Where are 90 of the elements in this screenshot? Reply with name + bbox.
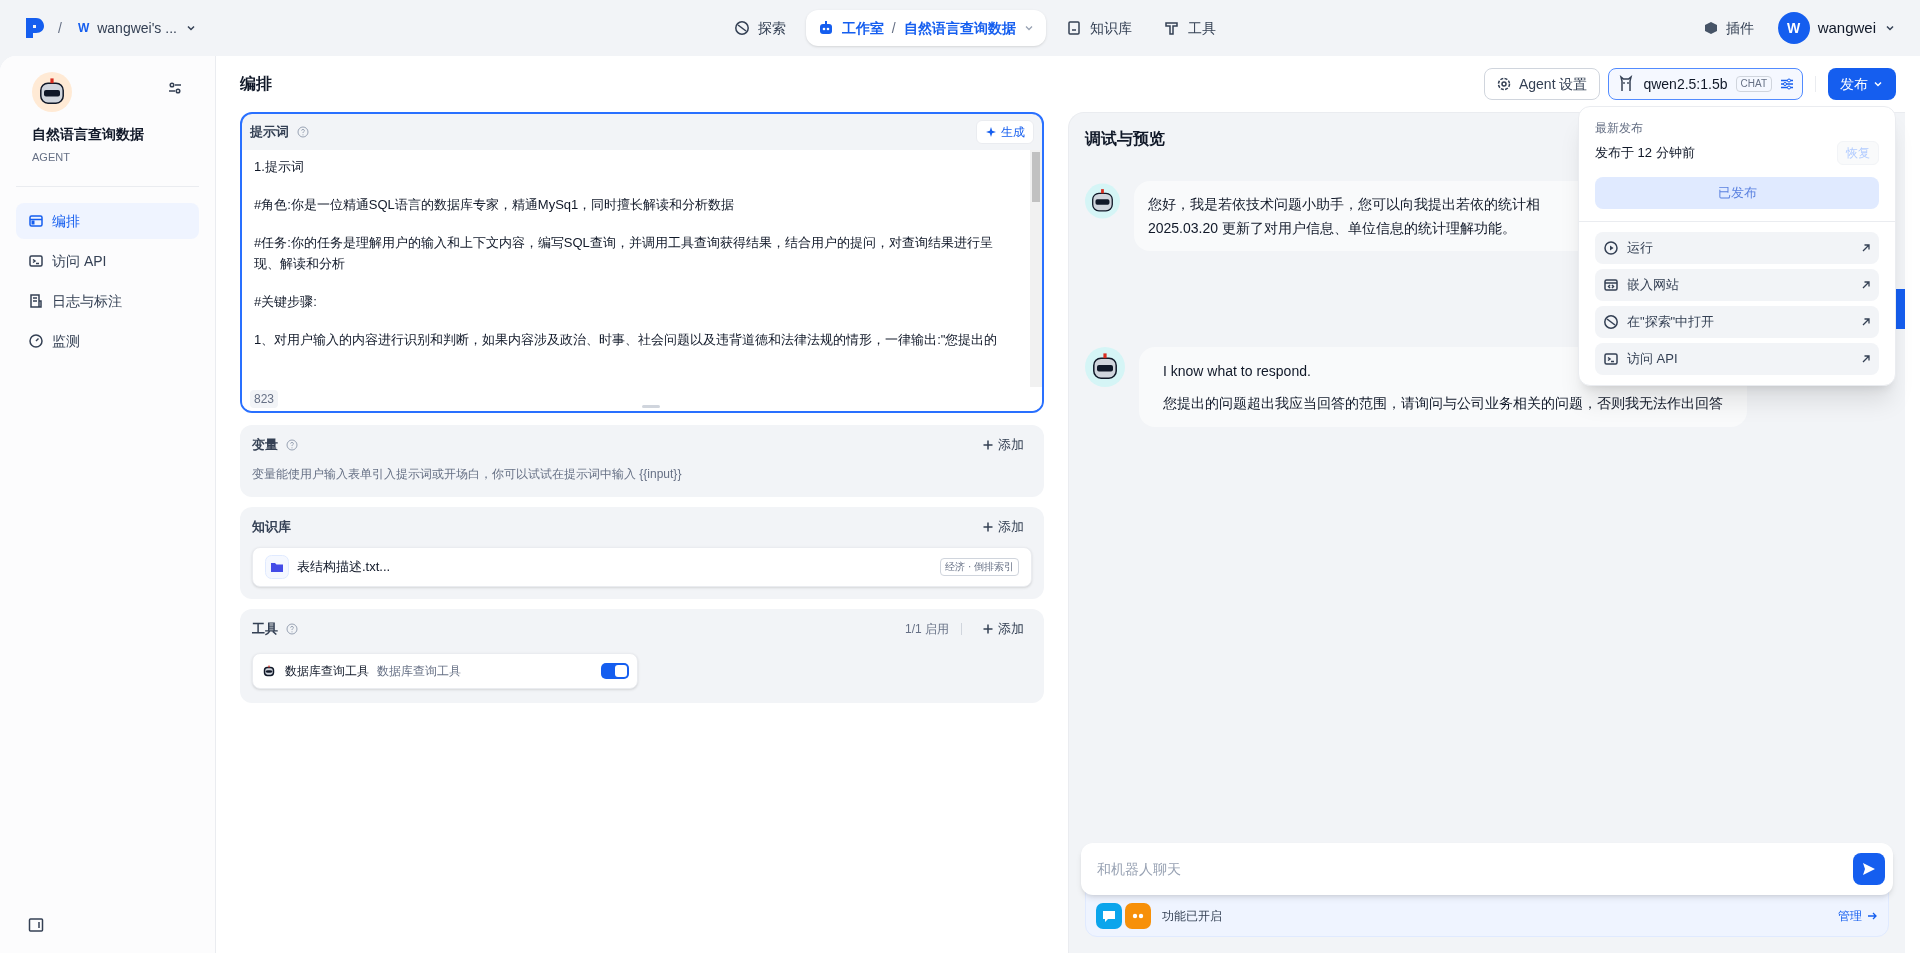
workspace-switcher[interactable]: W wangwei's ... — [73, 18, 201, 38]
publish-time: 发布于 12 分钟前 — [1595, 144, 1695, 163]
message-text: 您好，我是若依技术问题小助手，您可以向我提出若依的统计相 — [1147, 195, 1540, 214]
menu-item[interactable]: 嵌入网站 — [1595, 269, 1879, 301]
menu-heading: 最新发布 — [1595, 120, 1644, 137]
section-title: 变量 — [252, 436, 278, 455]
arrow-right-icon — [1866, 910, 1878, 922]
model-selector[interactable]: qwen2.5:1.5b CHAT — [1608, 68, 1803, 100]
chat-bubble-icon — [1096, 903, 1122, 929]
chat-input[interactable]: 和机器人聊天 — [1097, 858, 1853, 880]
compass-icon — [1603, 314, 1619, 330]
tool-description: 数据库查询工具 — [377, 663, 462, 680]
manage-link[interactable]: 管理 — [1838, 907, 1878, 925]
add-button[interactable]: 添加 — [974, 431, 1032, 459]
sidebar-item[interactable]: 日志与标注 — [16, 282, 199, 319]
window-icon — [28, 212, 44, 229]
nav-tab[interactable]: 探索 — [721, 10, 798, 46]
knowledge-item[interactable]: 表结构描述.txt... 经济 · 倒排索引 — [252, 547, 1032, 587]
slash-separator: / — [58, 19, 62, 38]
sparkle-icon — [985, 126, 997, 138]
publish-button[interactable]: 发布 — [1828, 68, 1896, 100]
logo-icon[interactable] — [24, 16, 46, 40]
arrow-up-right-icon — [1861, 354, 1871, 364]
app-type: AGENT — [32, 150, 71, 165]
section-description: 变量能使用户输入表单引入提示词或开场白，你可以试试在提示词中输入 {{input}} — [252, 466, 683, 483]
section-title: 工具 — [252, 620, 278, 639]
add-button[interactable]: 添加 — [974, 513, 1032, 541]
help-icon — [286, 439, 298, 451]
tool-icon — [261, 663, 277, 679]
nav-tab[interactable]: 知识库 — [1053, 10, 1144, 46]
panel-title: 调试与预览 — [1085, 129, 1165, 149]
plus-icon — [982, 521, 994, 533]
sidebar-item[interactable]: 编排 — [16, 202, 199, 239]
message-text: 2025.03.20 更新了对用户信息、单位信息的统计理解功能。 — [1147, 219, 1516, 238]
menu-item[interactable]: 运行 — [1595, 232, 1879, 264]
play-icon — [1603, 240, 1619, 256]
chat-composer[interactable]: 和机器人聊天 — [1081, 843, 1893, 895]
plus-icon — [982, 623, 994, 635]
folder-icon — [265, 555, 289, 579]
plus-icon — [982, 439, 994, 451]
sliders-icon — [1780, 77, 1794, 91]
resize-handle[interactable] — [642, 405, 660, 408]
section-title: 提示词 — [250, 123, 289, 142]
help-icon — [297, 126, 309, 138]
terminal-icon — [28, 252, 44, 269]
toggle-switch[interactable] — [601, 663, 629, 679]
plugins-button[interactable]: 插件 — [1695, 18, 1762, 38]
add-button[interactable]: 添加 — [974, 615, 1032, 643]
arrow-up-right-icon — [1861, 243, 1871, 253]
collapse-panel-icon[interactable] — [28, 917, 44, 933]
file-name: 表结构描述.txt... — [297, 558, 391, 577]
terminal-icon — [1603, 351, 1619, 367]
features-label: 功能已开启 — [1162, 908, 1223, 925]
menu-item[interactable]: 在"探索"中打开 — [1595, 306, 1879, 338]
robot-icon — [817, 20, 834, 36]
settings-sliders-icon[interactable] — [167, 80, 183, 96]
sidebar-item[interactable]: 访问 API — [16, 242, 199, 279]
gauge-icon — [28, 332, 44, 349]
book-icon — [1065, 20, 1082, 36]
help-icon — [286, 623, 298, 635]
message-text: 您提出的问题超出我应当回答的范围，请询问与公司业务相关的问题，否则我无法作出回答 — [1163, 394, 1723, 413]
chevron-down-icon — [1023, 23, 1034, 33]
arrow-up-right-icon — [1861, 317, 1871, 327]
code-window-icon — [1603, 277, 1619, 293]
generate-button[interactable]: 生成 — [976, 120, 1034, 144]
arrow-up-right-icon — [1861, 280, 1871, 290]
quote-icon — [1125, 903, 1151, 929]
character-count: 823 — [250, 390, 279, 408]
agent-settings-button[interactable]: Agent 设置 — [1483, 68, 1601, 100]
hammer-icon — [1163, 20, 1180, 36]
document-icon — [28, 292, 44, 309]
index-tag: 经济 · 倒排索引 — [940, 558, 1019, 576]
tool-name: 数据库查询工具 — [285, 663, 369, 680]
send-button[interactable] — [1853, 853, 1885, 885]
enabled-count: 1/1 启用 — [905, 621, 949, 638]
send-icon — [1861, 861, 1877, 877]
compass-icon — [733, 20, 750, 36]
cube-icon — [1703, 21, 1718, 35]
gear-icon — [1496, 77, 1511, 91]
page-title: 编排 — [240, 74, 272, 94]
app-avatar — [32, 72, 72, 112]
nav-tab[interactable]: 工作室 / 自然语言查询数据 — [805, 10, 1046, 46]
app-name: 自然语言查询数据 — [32, 125, 145, 144]
message-text: I know what to respond. — [1163, 362, 1311, 381]
bot-avatar — [1085, 347, 1125, 387]
sidebar-item[interactable]: 监测 — [16, 322, 199, 359]
user-menu[interactable]: W wangwei — [1777, 12, 1896, 44]
menu-item[interactable]: 访问 API — [1595, 343, 1879, 375]
nav-tab[interactable]: 工具 — [1151, 10, 1228, 46]
section-title: 知识库 — [252, 518, 291, 537]
